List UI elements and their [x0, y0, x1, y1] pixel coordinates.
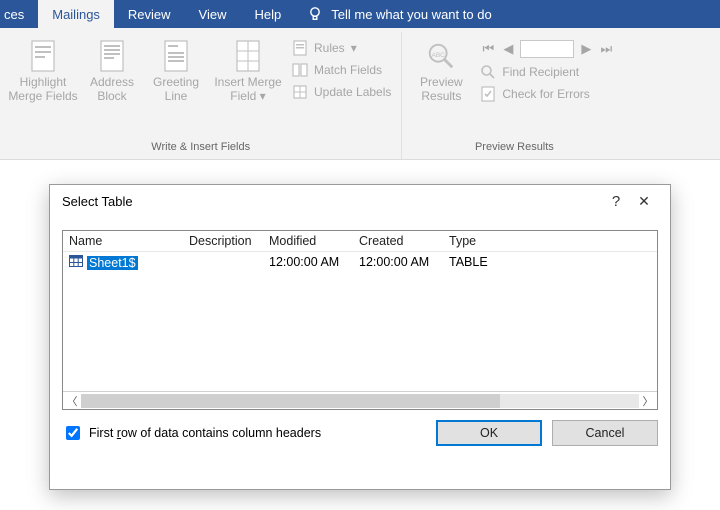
insert-merge-field-icon — [232, 38, 264, 74]
match-fields-button[interactable]: Match Fields — [292, 62, 391, 78]
preview-results-icon: ABC — [425, 38, 457, 74]
first-row-headers-checkbox[interactable]: First row of data contains column header… — [62, 423, 321, 443]
rules-button[interactable]: Rules ▾ — [292, 40, 391, 56]
ribbon-tabstrip: ces Mailings Review View Help Tell me wh… — [0, 0, 720, 28]
address-block-icon — [96, 38, 128, 74]
tab-help[interactable]: Help — [241, 0, 296, 28]
greeting-line-button[interactable]: GreetingLine — [144, 34, 208, 104]
cell-description — [183, 252, 263, 273]
highlight-merge-fields-icon — [27, 38, 59, 74]
rules-icon — [292, 40, 308, 56]
tell-me-label: Tell me what you want to do — [331, 7, 491, 22]
table-name: Sheet1$ — [87, 256, 138, 270]
nav-first-button[interactable]: ⏮ — [480, 41, 496, 57]
dialog-title: Select Table — [62, 194, 133, 209]
tab-mailings[interactable]: Mailings — [38, 0, 114, 28]
tab-view[interactable]: View — [185, 0, 241, 28]
dialog-close-button[interactable]: ✕ — [630, 193, 658, 210]
find-recipient-button[interactable]: Find Recipient — [480, 64, 614, 80]
update-labels-icon — [292, 84, 308, 100]
col-header-created[interactable]: Created — [353, 231, 443, 251]
lightbulb-icon — [307, 6, 323, 22]
scroll-thumb[interactable] — [81, 394, 500, 408]
ribbon-group-caption: Write & Insert Fields — [6, 139, 395, 157]
checkbox-label: First row of data contains column header… — [89, 426, 321, 440]
col-header-modified[interactable]: Modified — [263, 231, 353, 251]
tab-references-cut[interactable]: ces — [0, 0, 38, 28]
cell-modified: 12:00:00 AM — [263, 252, 353, 273]
ribbon: HighlightMerge Fields AddressBlock Greet… — [0, 28, 720, 160]
greeting-line-icon — [160, 38, 192, 74]
cell-type: TABLE — [443, 252, 533, 273]
address-block-button[interactable]: AddressBlock — [80, 34, 144, 104]
update-labels-button[interactable]: Update Labels — [292, 84, 391, 100]
chevron-down-icon: ▾ — [351, 41, 357, 55]
highlight-merge-fields-button[interactable]: HighlightMerge Fields — [6, 34, 80, 104]
nav-next-button[interactable]: ▶ — [578, 41, 594, 57]
cancel-button[interactable]: Cancel — [552, 420, 658, 446]
table-icon — [69, 255, 83, 270]
col-header-type[interactable]: Type — [443, 231, 533, 251]
dialog-help-button[interactable]: ? — [602, 193, 630, 210]
first-row-headers-input[interactable] — [66, 426, 80, 440]
preview-results-button[interactable]: ABC PreviewResults — [408, 34, 474, 104]
scroll-left-icon[interactable]: 〈 — [63, 393, 81, 409]
check-for-errors-button[interactable]: Check for Errors — [480, 86, 614, 102]
nav-prev-button[interactable]: ◀ — [500, 41, 516, 57]
table-header-row: Name Description Modified Created Type — [63, 231, 657, 252]
chevron-down-icon: ▾ — [260, 89, 266, 103]
select-table-dialog: Select Table ? ✕ Name Description Modifi… — [49, 184, 671, 490]
nav-record-input[interactable] — [520, 40, 574, 58]
svg-text:ABC: ABC — [432, 52, 446, 59]
col-header-description[interactable]: Description — [183, 231, 263, 251]
tab-review[interactable]: Review — [114, 0, 185, 28]
horizontal-scrollbar[interactable]: 〈 〉 — [63, 391, 657, 409]
ribbon-group-caption: Preview Results — [408, 139, 620, 157]
match-fields-icon — [292, 62, 308, 78]
col-header-name[interactable]: Name — [63, 231, 183, 251]
modal-overlay: Select Table ? ✕ Name Description Modifi… — [0, 160, 720, 510]
table-grid: Name Description Modified Created Type S… — [62, 230, 658, 410]
record-navigator: ⏮ ◀ ▶ ⏭ — [474, 34, 620, 58]
dialog-titlebar: Select Table ? ✕ — [50, 185, 670, 230]
table-row[interactable]: Sheet1$ 12:00:00 AM 12:00:00 AM TABLE — [63, 252, 657, 273]
ribbon-group-preview-results: ABC PreviewResults ⏮ ◀ ▶ ⏭ Find Recipien… — [402, 32, 626, 159]
check-for-errors-icon — [480, 86, 496, 102]
nav-last-button[interactable]: ⏭ — [598, 41, 614, 57]
find-recipient-icon — [480, 64, 496, 80]
cell-created: 12:00:00 AM — [353, 252, 443, 273]
insert-merge-field-button[interactable]: Insert MergeField ▾ — [208, 34, 288, 104]
ribbon-group-write-insert: HighlightMerge Fields AddressBlock Greet… — [0, 32, 402, 159]
tell-me-search[interactable]: Tell me what you want to do — [295, 0, 503, 28]
scroll-right-icon[interactable]: 〉 — [639, 393, 657, 409]
ok-button[interactable]: OK — [436, 420, 542, 446]
